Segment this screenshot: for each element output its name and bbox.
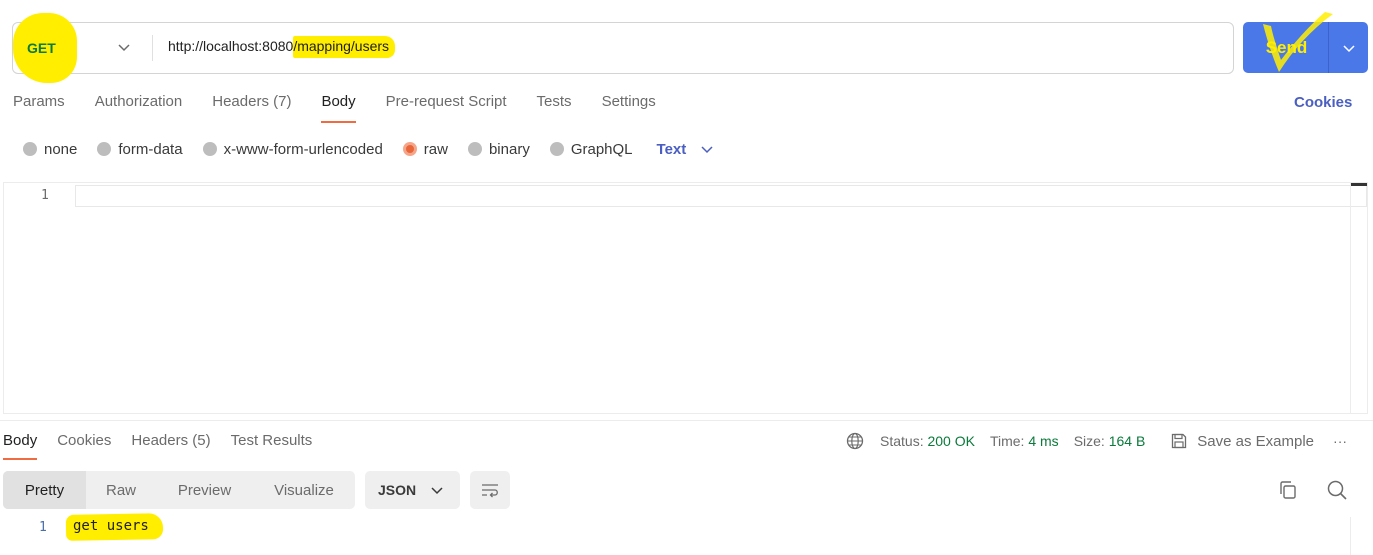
response-scrollbar[interactable]	[1350, 517, 1373, 555]
tab-body[interactable]: Body	[321, 92, 356, 123]
status-info[interactable]: Status: 200 OK	[880, 433, 975, 449]
radio-indicator	[97, 142, 112, 156]
tab-params[interactable]: Params	[13, 92, 65, 122]
tab-response-body[interactable]: Body	[3, 432, 38, 460]
url-path-highlighted: /mapping/users	[293, 36, 396, 58]
copy-icon[interactable]	[1277, 479, 1299, 501]
view-visualize[interactable]: Visualize	[253, 471, 355, 509]
radio-label: form-data	[118, 140, 183, 158]
url-base: http://localhost:8080	[168, 38, 294, 54]
radio-none[interactable]: none	[23, 141, 77, 158]
url-divider	[152, 35, 153, 61]
radio-x-www-form-urlencoded[interactable]: x-www-form-urlencoded	[202, 140, 383, 158]
wrap-lines-icon	[482, 484, 498, 498]
chevron-down-icon	[1342, 44, 1355, 52]
view-preview[interactable]: Preview	[156, 471, 253, 509]
size-label: Size:	[1073, 433, 1105, 449]
method-selector[interactable]: GET	[13, 13, 153, 83]
radio-label: binary	[488, 140, 530, 158]
response-line-number: 1	[39, 520, 47, 535]
more-options-icon[interactable]: ···	[1333, 433, 1347, 449]
tab-response-headers[interactable]: Headers (5)	[131, 432, 210, 460]
tab-test-results[interactable]: Test Results	[231, 432, 313, 460]
radio-indicator-selected	[402, 142, 417, 156]
time-label: Time:	[989, 433, 1025, 449]
radio-binary[interactable]: binary	[467, 140, 530, 158]
search-icon[interactable]	[1326, 479, 1348, 501]
send-label: Send	[1265, 37, 1308, 57]
response-format-dropdown[interactable]: JSON	[365, 471, 460, 509]
save-as-example-button[interactable]: Save as Example	[1170, 432, 1314, 450]
request-body-editor[interactable]: 1	[3, 182, 1368, 414]
cookies-link[interactable]: Cookies	[1294, 94, 1352, 111]
raw-format-label: Text	[656, 140, 687, 158]
size-value: 164 B	[1108, 433, 1146, 449]
tab-authorization[interactable]: Authorization	[95, 92, 183, 122]
save-icon	[1172, 433, 1187, 449]
radio-label: raw	[423, 140, 448, 158]
view-pretty[interactable]: Pretty	[3, 471, 86, 509]
response-meta: Status: 200 OK Time: 4 ms Size: 164 B Sa…	[846, 431, 1347, 451]
pane-divider[interactable]	[0, 420, 1373, 421]
response-format-label: JSON	[378, 482, 417, 498]
time-info[interactable]: Time: 4 ms	[990, 433, 1059, 449]
tab-response-cookies[interactable]: Cookies	[57, 432, 111, 460]
radio-graphql[interactable]: GraphQL	[549, 140, 633, 158]
raw-format-dropdown[interactable]: Text	[657, 141, 715, 158]
radio-label: none	[44, 140, 78, 158]
radio-label: x-www-form-urlencoded	[223, 140, 383, 158]
radio-form-data[interactable]: form-data	[97, 140, 183, 158]
request-tabs: Params Authorization Headers (7) Body Pr…	[13, 92, 686, 123]
active-line[interactable]	[75, 185, 1367, 207]
response-body-content: get users	[73, 518, 149, 534]
send-button-group: Send	[1243, 12, 1368, 73]
tab-settings[interactable]: Settings	[602, 92, 656, 122]
body-type-options: none form-data x-www-form-urlencoded raw…	[23, 137, 714, 161]
radio-indicator	[23, 142, 37, 156]
editor-scrollbar[interactable]	[1350, 183, 1367, 413]
radio-raw[interactable]: raw	[402, 140, 448, 158]
radio-indicator	[202, 142, 217, 156]
tab-tests[interactable]: Tests	[537, 92, 572, 122]
send-button[interactable]: Send	[1243, 12, 1333, 73]
globe-icon[interactable]	[846, 432, 864, 450]
status-label: Status:	[880, 433, 924, 449]
method-label: GET	[27, 40, 56, 56]
response-tabs: Body Cookies Headers (5) Test Results	[3, 432, 332, 462]
radio-label: GraphQL	[570, 140, 633, 158]
response-view-modes: Pretty Raw Preview Visualize	[3, 471, 355, 509]
chevron-down-icon	[431, 487, 443, 495]
request-url-bar: GET http://localhost:8080/mapping/users	[12, 13, 1234, 83]
tab-pre-request-script[interactable]: Pre-request Script	[386, 92, 507, 122]
chevron-down-icon	[118, 44, 130, 52]
url-input[interactable]: http://localhost:8080/mapping/users	[168, 36, 396, 58]
save-as-example-label: Save as Example	[1197, 432, 1315, 450]
chevron-down-icon	[701, 146, 713, 154]
line-number: 1	[41, 188, 49, 203]
radio-indicator	[549, 142, 564, 156]
tab-headers[interactable]: Headers (7)	[212, 92, 291, 122]
radio-indicator	[467, 142, 482, 156]
time-value: 4 ms	[1028, 433, 1059, 449]
status-value: 200 OK	[927, 433, 975, 449]
size-info[interactable]: Size: 164 B	[1074, 433, 1146, 449]
wrap-lines-button[interactable]	[470, 471, 510, 509]
view-raw[interactable]: Raw	[86, 471, 156, 509]
